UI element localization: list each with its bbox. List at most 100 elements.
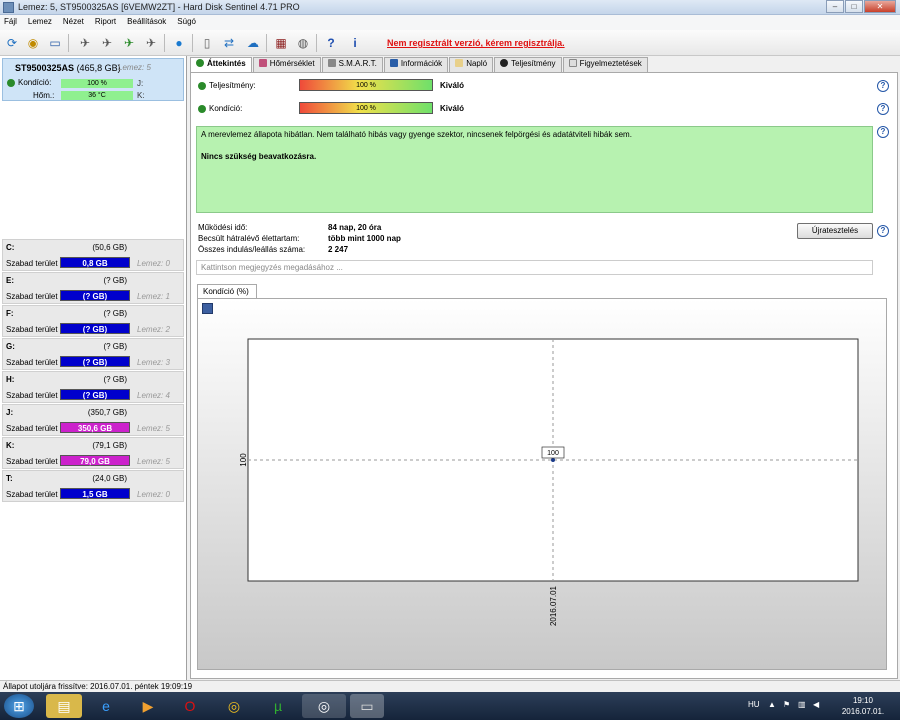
satellite-icon-2[interactable]: ✈ — [98, 34, 116, 52]
disk-check-icon[interactable]: ◉ — [24, 34, 42, 52]
chrome-icon[interactable]: ◎ — [216, 694, 252, 718]
drive-size: (24,0 GB) — [92, 474, 127, 483]
cloud-icon[interactable]: ☁ — [244, 34, 262, 52]
menu-file[interactable]: Fájl — [4, 15, 22, 30]
window-icon[interactable]: ▭ — [46, 34, 64, 52]
partition-item[interactable]: F: (? GB) Szabad terület (? GB) Lemez: 2 — [2, 305, 184, 337]
condition-label: Kondíció: — [18, 78, 52, 87]
toolbar-separator — [316, 34, 317, 52]
tab-smart[interactable]: S.M.A.R.T. — [321, 57, 383, 72]
drive-size: (? GB) — [103, 375, 127, 384]
drive-lemez: Lemez: 1 — [137, 292, 170, 301]
page-icon — [568, 59, 577, 67]
x-tick-label: 2016.07.01 — [549, 585, 558, 626]
satellite-icon[interactable]: ✈ — [76, 34, 94, 52]
info-icon — [389, 59, 398, 67]
free-space-label: Szabad terület — [6, 325, 58, 334]
satellite-icon-3[interactable]: ✈ — [142, 34, 160, 52]
menu-disk[interactable]: Lemez — [28, 15, 57, 30]
help-icon[interactable]: ? — [877, 225, 889, 237]
menu-view[interactable]: Nézet — [63, 15, 89, 30]
condition-status: Kiváló — [440, 104, 465, 113]
menu-report[interactable]: Riport — [95, 15, 121, 30]
performance-bar: 100 % — [299, 79, 433, 91]
flag-icon[interactable]: ⚑ — [783, 700, 790, 709]
partition-item[interactable]: K: (79,1 GB) Szabad terület 79,0 GB Lemez: 5 — [2, 437, 184, 469]
volume-icon[interactable]: ◀ — [813, 700, 819, 709]
toolbar-separator — [68, 34, 69, 52]
minimize-button[interactable]: – — [826, 0, 844, 13]
drive-letter: K: — [6, 441, 15, 450]
toolbar-separator — [164, 34, 165, 52]
free-space-bar: 0,8 GB — [60, 257, 130, 268]
menu-settings[interactable]: Beállítások — [127, 15, 171, 30]
status-message-box: A merevlemez állapota hibátlan. Nem talá… — [196, 126, 873, 213]
tab-temperature[interactable]: Hőmérséklet — [252, 57, 321, 72]
benchmark-icon[interactable]: ▦ — [272, 34, 290, 52]
partition-item[interactable]: T: (24,0 GB) Szabad terület 1,5 GB Lemez: 0 — [2, 470, 184, 502]
language-indicator[interactable]: HU — [748, 700, 760, 709]
drive-letter: C: — [6, 243, 15, 252]
note-input[interactable]: Kattintson megjegyzés megadásához ... — [196, 260, 873, 275]
help-icon[interactable]: ? — [877, 80, 889, 92]
utorrent-icon[interactable]: µ — [260, 694, 296, 718]
chrome-window-icon[interactable]: ◎ — [302, 694, 346, 718]
partition-item[interactable]: H: (? GB) Szabad terület (? GB) Lemez: 4 — [2, 371, 184, 403]
speaker-icon[interactable]: ◍ — [294, 34, 312, 52]
taskbar: ⊞ ▤ e ▶ O ◎ µ ◎ ▭ HU ▲ ⚑ ▥ ◀ 19:10 2016.0… — [0, 692, 900, 720]
drive-size: (? GB) — [103, 309, 127, 318]
tab-condition-chart[interactable]: Kondíció (%) — [197, 284, 257, 299]
condition-chart: 100 2016.07.01 100 — [239, 338, 859, 626]
free-space-label: Szabad terület — [6, 424, 58, 433]
ie-icon[interactable]: e — [88, 694, 124, 718]
free-space-bar: (? GB) — [60, 323, 130, 334]
network-icon[interactable]: ▥ — [798, 700, 806, 709]
disk-header[interactable]: ST9500325AS (465,8 GB) Lemez: 5 Kondíció… — [2, 58, 184, 101]
partition-item[interactable]: E: (? GB) Szabad terület (? GB) Lemez: 1 — [2, 272, 184, 304]
temp-label: Hőm.: — [33, 91, 55, 100]
retest-button[interactable]: Újratesztelés — [797, 223, 873, 239]
registration-link[interactable]: Nem regisztrált verzió, kérem regisztrál… — [387, 38, 565, 48]
tab-information[interactable]: Információk — [383, 57, 449, 72]
tab-overview[interactable]: Áttekintés — [190, 57, 252, 73]
tab-performance[interactable]: Teljesítmény — [494, 57, 562, 72]
satellite-green-icon[interactable]: ✈ — [120, 34, 138, 52]
drive-lemez: Lemez: 5 — [137, 457, 170, 466]
free-space-label: Szabad terület — [6, 259, 58, 268]
globe-icon[interactable]: ● — [170, 34, 188, 52]
partition-item[interactable]: J: (350,7 GB) Szabad terület 350,6 GB Lemez:… — [2, 404, 184, 436]
help-icon[interactable]: ? — [322, 34, 340, 52]
overview-panel: Teljesítmény: 100 % Kiváló ? Kondíció: 1… — [190, 72, 898, 679]
performance-ok-icon — [198, 81, 206, 90]
partition-item[interactable]: C: (50,6 GB) Szabad terület 0,8 GB Lemez: 0 — [2, 239, 184, 271]
refresh-icon[interactable]: ⟳ — [3, 34, 21, 52]
help-icon[interactable]: ? — [877, 126, 889, 138]
help-icon[interactable]: ? — [877, 103, 889, 115]
media-icon[interactable]: ▶ — [130, 694, 166, 718]
document-icon[interactable]: ▯ — [198, 34, 216, 52]
remaining-label: Becsült hátralévő élettartam: — [198, 234, 300, 243]
menu-help[interactable]: Súgó — [177, 15, 201, 30]
free-space-bar: (? GB) — [60, 290, 130, 301]
uptime-label: Működési idő: — [198, 223, 248, 232]
start-button[interactable]: ⊞ — [4, 694, 34, 718]
tray-arrow-icon[interactable]: ▲ — [768, 700, 776, 709]
status-message: A merevlemez állapota hibátlan. Nem talá… — [201, 130, 632, 139]
hds-window-icon[interactable]: ▭ — [350, 694, 384, 718]
partition-item[interactable]: G: (? GB) Szabad terület (? GB) Lemez: 3 — [2, 338, 184, 370]
maximize-button[interactable]: □ — [845, 0, 863, 13]
info-icon[interactable]: i — [346, 34, 364, 52]
startstop-label: Összes indulás/leállás száma: — [198, 245, 306, 254]
performance-status: Kiváló — [440, 81, 465, 90]
clock[interactable]: 19:10 2016.07.01. — [838, 695, 888, 717]
condition-side: J: — [137, 79, 144, 88]
tab-alerts[interactable]: Figyelmeztetések — [562, 57, 648, 72]
drive-lemez: Lemez: 3 — [137, 358, 170, 367]
opera-icon[interactable]: O — [172, 694, 208, 718]
explorer-icon[interactable]: ▤ — [46, 694, 82, 718]
sync-icon[interactable]: ⇄ — [220, 34, 238, 52]
menu-bar: Fájl Lemez Nézet Riport Beállítások Súgó — [0, 15, 900, 30]
drive-letter: H: — [6, 375, 15, 384]
tab-log[interactable]: Napló — [449, 57, 494, 72]
close-button[interactable]: ✕ — [864, 0, 896, 13]
